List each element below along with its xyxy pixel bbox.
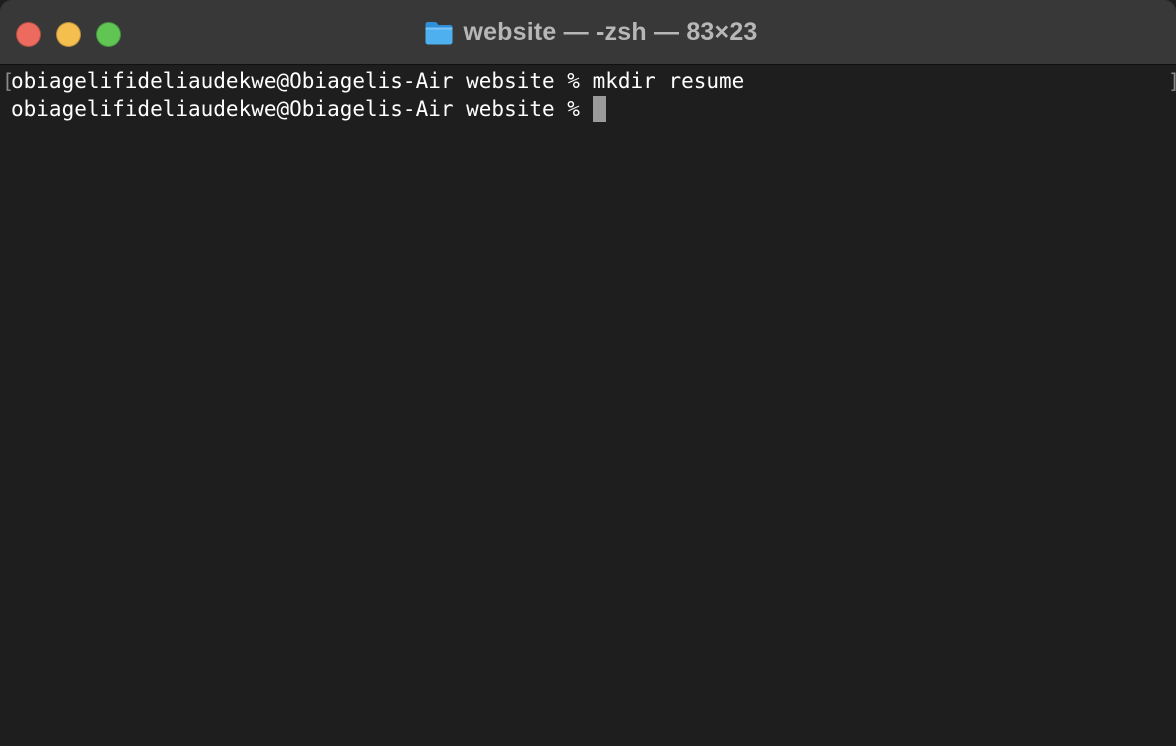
terminal-line-command: obiagelifideliaudekwe@Obiagelis-Air webs… xyxy=(11,69,745,93)
window-title: website — -zsh — 83×23 xyxy=(463,18,758,46)
terminal-window: website — -zsh — 83×23 [ ] obiagelifidel… xyxy=(0,0,1176,746)
prompt-text: obiagelifideliaudekwe@Obiagelis-Air webs… xyxy=(11,97,593,121)
folder-icon xyxy=(425,22,453,45)
selection-mark-right: ] xyxy=(1168,67,1176,95)
terminal-content[interactable]: [ ] obiagelifideliaudekwe@Obiagelis-Air … xyxy=(0,65,1176,746)
terminal-line-prompt[interactable]: obiagelifideliaudekwe@Obiagelis-Air webs… xyxy=(11,95,606,123)
text-cursor xyxy=(592,95,606,122)
title-bar[interactable]: website — -zsh — 83×23 xyxy=(0,0,1176,65)
window-title-area: website — -zsh — 83×23 xyxy=(0,0,1176,65)
